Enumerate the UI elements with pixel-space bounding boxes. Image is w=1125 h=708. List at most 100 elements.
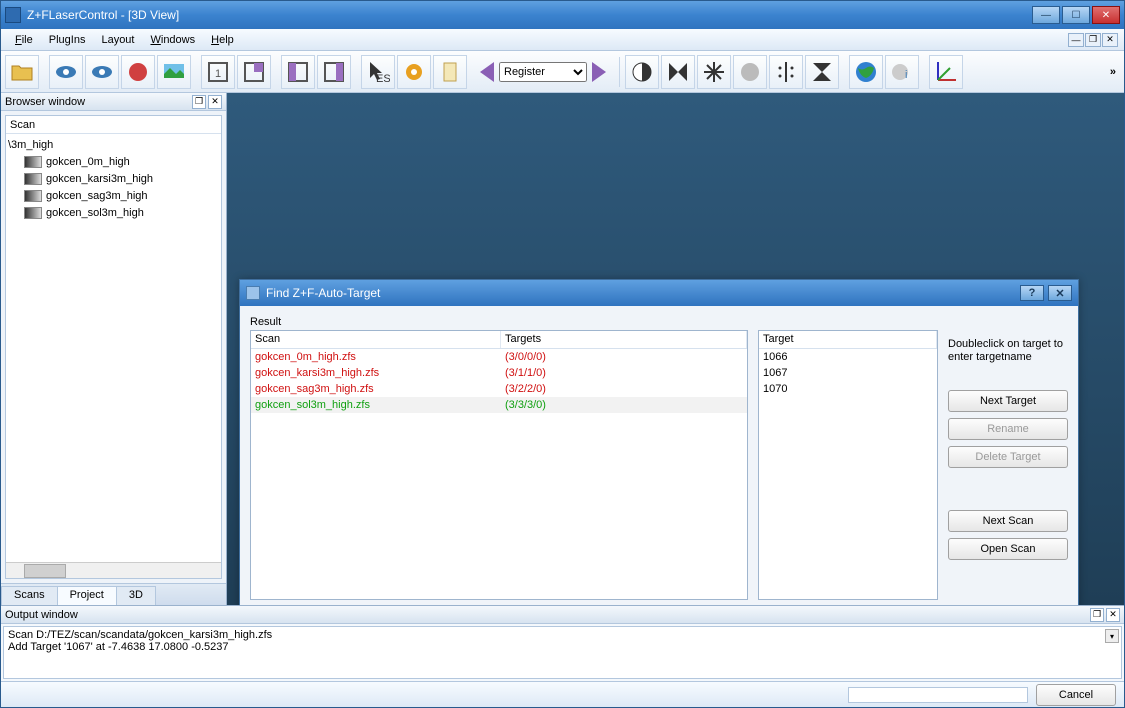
- open-scan-button[interactable]: Open Scan: [948, 538, 1068, 560]
- window-title: Z+FLaserControl - [3D View]: [27, 8, 1032, 22]
- menu-plugins-label: PlugIns: [49, 34, 86, 46]
- tree-hscrollbar[interactable]: [6, 562, 221, 578]
- book-button[interactable]: [433, 55, 467, 89]
- target-list-header[interactable]: Target: [759, 331, 937, 349]
- scan-result-row[interactable]: gokcen_sag3m_high.zfs(3/2/2/0): [251, 381, 747, 397]
- open-folder-button[interactable]: [5, 55, 39, 89]
- browser-panel-title: Browser window ❐ ✕: [1, 93, 226, 111]
- svg-text:ESC: ESC: [376, 73, 390, 84]
- browser-undock-button[interactable]: ❐: [192, 95, 206, 109]
- split-left-button[interactable]: [281, 55, 315, 89]
- mdi-close-button[interactable]: ✕: [1102, 33, 1118, 47]
- browser-close-button[interactable]: ✕: [208, 95, 222, 109]
- close-button[interactable]: ✕: [1092, 6, 1120, 24]
- scan-thumb-icon: [24, 156, 42, 168]
- cursor-esc-button[interactable]: ESC: [361, 55, 395, 89]
- svg-text:i: i: [905, 69, 907, 81]
- dialog-titlebar[interactable]: Find Z+F-Auto-Target ? ✕: [240, 280, 1078, 306]
- info-sphere-button[interactable]: i: [885, 55, 919, 89]
- col-target[interactable]: Target: [759, 331, 937, 348]
- minimize-button[interactable]: —: [1032, 6, 1060, 24]
- output-dropdown-button[interactable]: ▾: [1105, 629, 1119, 643]
- menu-windows-label: indows: [161, 34, 195, 46]
- target-dots-icon[interactable]: [769, 55, 803, 89]
- scan-tree[interactable]: \3m_high gokcen_0m_high gokcen_karsi3m_h…: [6, 134, 221, 562]
- browser-body: Scan \3m_high gokcen_0m_high gokcen_kars…: [5, 115, 222, 579]
- next-scan-button[interactable]: Next Scan: [948, 510, 1068, 532]
- maximize-button[interactable]: ☐: [1062, 6, 1090, 24]
- settings-gear-button[interactable]: [397, 55, 431, 89]
- output-undock-button[interactable]: ❐: [1090, 608, 1104, 622]
- target-row[interactable]: 1070: [759, 381, 937, 397]
- find-auto-target-dialog: Find Z+F-Auto-Target ? ✕ Result Scan Tar…: [239, 279, 1079, 605]
- menu-plugins[interactable]: PlugIns: [41, 32, 94, 48]
- menu-file[interactable]: File: [7, 32, 41, 48]
- view-eye2-button[interactable]: [85, 55, 119, 89]
- toolbar-overflow-button[interactable]: »: [1110, 66, 1116, 78]
- cancel-button[interactable]: Cancel: [1036, 684, 1116, 706]
- target-list[interactable]: Target 106610671070: [758, 330, 938, 600]
- target-radial-icon[interactable]: [625, 55, 659, 89]
- output-text[interactable]: Scan D:/TEZ/scan/scandata/gokcen_karsi3m…: [3, 626, 1122, 679]
- browser-title-label: Browser window: [5, 96, 85, 108]
- view-eye1-button[interactable]: [49, 55, 83, 89]
- col-scan[interactable]: Scan: [251, 331, 501, 348]
- svg-text:1: 1: [215, 68, 221, 80]
- statusbar: Cancel: [1, 681, 1124, 707]
- titlebar: Z+FLaserControl - [3D View] — ☐ ✕: [1, 1, 1124, 29]
- main-window: Z+FLaserControl - [3D View] — ☐ ✕ File P…: [0, 0, 1125, 708]
- single-view-button[interactable]: 1: [201, 55, 235, 89]
- scan-thumb-icon: [24, 207, 42, 219]
- target-hourglass-v-icon[interactable]: [805, 55, 839, 89]
- output-panel: Output window ❐ ✕ Scan D:/TEZ/scan/scand…: [1, 605, 1124, 681]
- register-select[interactable]: Register: [499, 62, 587, 82]
- axes-button[interactable]: [929, 55, 963, 89]
- tab-scans[interactable]: Scans: [1, 586, 58, 605]
- rename-button[interactable]: Rename: [948, 418, 1068, 440]
- target-star-icon[interactable]: [697, 55, 731, 89]
- tree-item[interactable]: gokcen_sol3m_high: [8, 204, 219, 221]
- tree-root[interactable]: \3m_high: [8, 136, 219, 153]
- scan-list-header[interactable]: Scan Targets: [251, 331, 747, 349]
- target-hourglass-h-icon[interactable]: [661, 55, 695, 89]
- view-sphere-button[interactable]: [121, 55, 155, 89]
- scan-thumb-icon: [24, 173, 42, 185]
- register-combo[interactable]: Register: [499, 61, 587, 83]
- target-row[interactable]: 1067: [759, 365, 937, 381]
- menu-windows[interactable]: Windows: [142, 32, 203, 48]
- nav-prev-button[interactable]: [477, 57, 497, 87]
- browser-tabs: Scans Project 3D: [1, 583, 226, 605]
- tree-item[interactable]: gokcen_0m_high: [8, 153, 219, 170]
- tab-project[interactable]: Project: [57, 586, 117, 605]
- app-icon: [5, 7, 21, 23]
- main-area: Browser window ❐ ✕ Scan \3m_high gokcen_…: [1, 93, 1124, 605]
- sphere-gray-icon[interactable]: [733, 55, 767, 89]
- globe-button[interactable]: [849, 55, 883, 89]
- mdi-minimize-button[interactable]: —: [1068, 33, 1084, 47]
- output-title-label: Output window: [5, 609, 78, 621]
- tree-header[interactable]: Scan: [6, 116, 221, 134]
- dialog-help-button[interactable]: ?: [1020, 285, 1044, 301]
- menu-file-label: ile: [22, 34, 33, 46]
- dialog-body: Result Scan Targets gokcen_0m_high.zfs(3…: [240, 306, 1078, 605]
- tab-3d[interactable]: 3D: [116, 586, 156, 605]
- view-image-button[interactable]: [157, 55, 191, 89]
- next-target-button[interactable]: Next Target: [948, 390, 1068, 412]
- output-close-button[interactable]: ✕: [1106, 608, 1120, 622]
- scan-result-row[interactable]: gokcen_0m_high.zfs(3/0/0/0): [251, 349, 747, 365]
- menu-layout[interactable]: Layout: [93, 32, 142, 48]
- scan-result-row[interactable]: gokcen_sol3m_high.zfs(3/3/3/0): [251, 397, 747, 413]
- corner-view-button[interactable]: [237, 55, 271, 89]
- mdi-restore-button[interactable]: ❐: [1085, 33, 1101, 47]
- delete-target-button[interactable]: Delete Target: [948, 446, 1068, 468]
- scan-result-list[interactable]: Scan Targets gokcen_0m_high.zfs(3/0/0/0)…: [250, 330, 748, 600]
- dialog-close-button[interactable]: ✕: [1048, 285, 1072, 301]
- target-row[interactable]: 1066: [759, 349, 937, 365]
- nav-next-button[interactable]: [589, 57, 609, 87]
- split-right-button[interactable]: [317, 55, 351, 89]
- tree-item[interactable]: gokcen_karsi3m_high: [8, 170, 219, 187]
- menu-help[interactable]: Help: [203, 32, 242, 48]
- col-targets[interactable]: Targets: [501, 331, 747, 348]
- scan-result-row[interactable]: gokcen_karsi3m_high.zfs(3/1/1/0): [251, 365, 747, 381]
- tree-item[interactable]: gokcen_sag3m_high: [8, 187, 219, 204]
